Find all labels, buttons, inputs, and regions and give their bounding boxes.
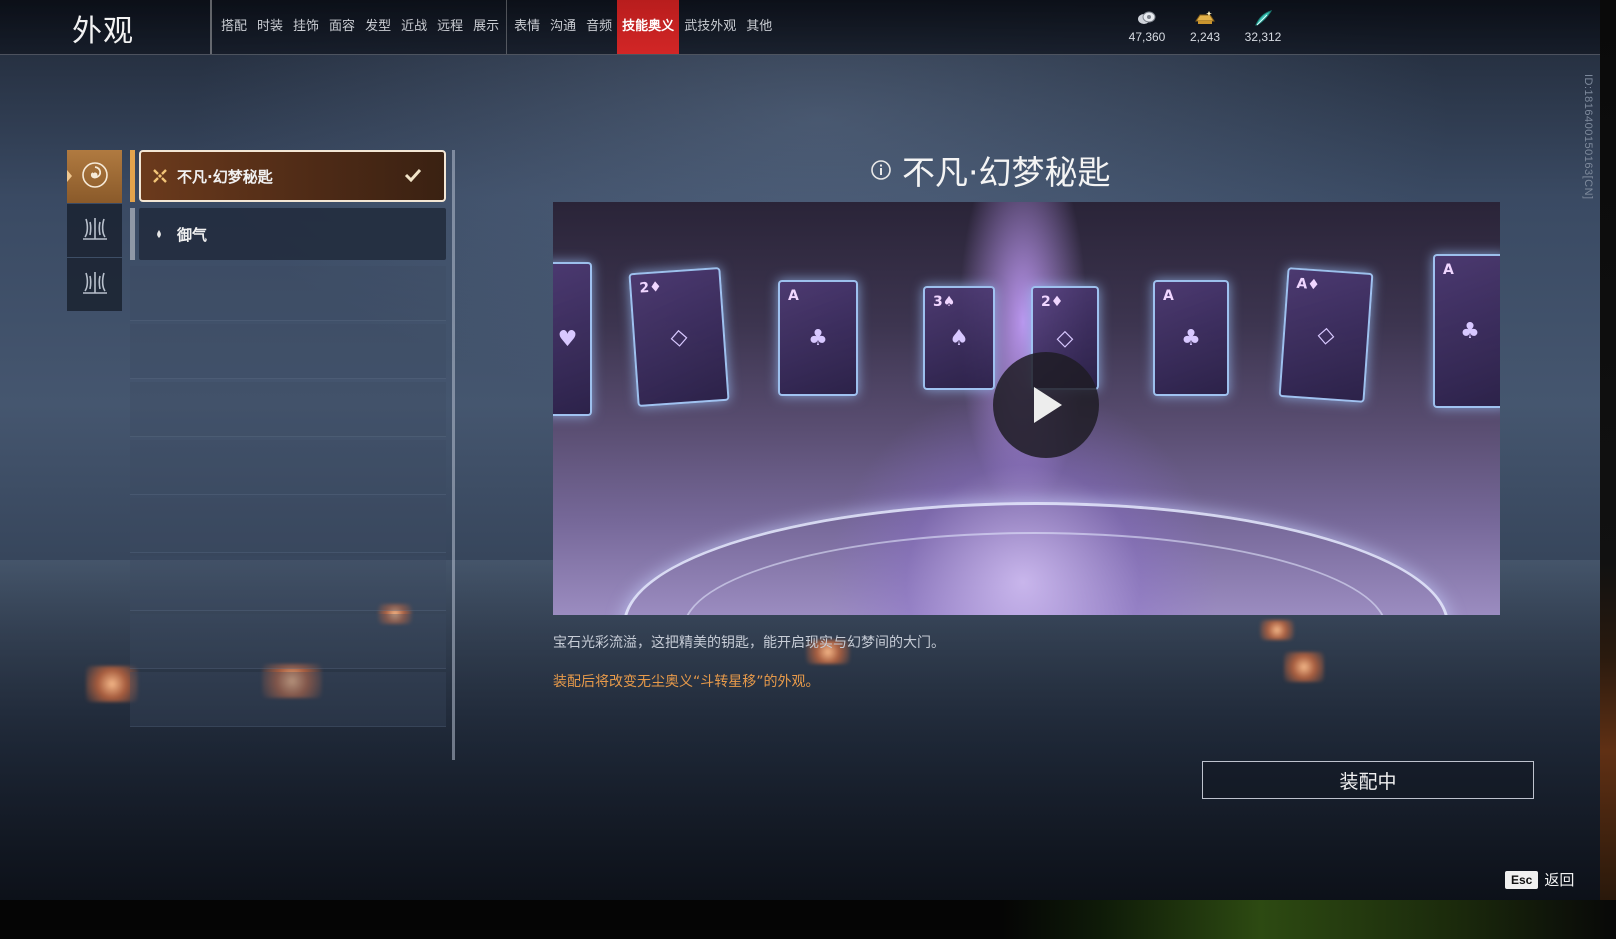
card-decoration: 2♦ ◇ <box>628 266 730 408</box>
user-id-label: ID:1816400150163[CN] <box>1582 74 1594 200</box>
list-item-label: 御气 <box>177 225 208 244</box>
detail-title: 不凡·幻梦秘匙 <box>902 153 1111 192</box>
play-button[interactable] <box>993 352 1099 458</box>
empty-slot <box>130 266 446 321</box>
active-indicator <box>67 170 72 182</box>
preview-video[interactable]: ♥ 2♦ ◇ A ♣ 3♠ ♠ 2♦ ◇ A ♣ A♦ ◇ A ♣ <box>553 202 1500 615</box>
selection-bar <box>130 208 135 260</box>
skin-description: 宝石光彩流溢，这把精美的钥匙，能开启现实与幻梦间的大门。 <box>553 635 945 651</box>
tab-emote[interactable]: 表情 <box>506 0 545 54</box>
empty-slot <box>130 382 446 437</box>
tab-audio[interactable]: 音频 <box>581 0 617 54</box>
tab-skill-ultimate[interactable]: 技能奥义 <box>617 0 680 54</box>
tab-display[interactable]: 展示 <box>468 0 504 54</box>
empty-slot <box>130 672 446 727</box>
empty-slot <box>130 556 446 611</box>
tab-martial-appearance[interactable]: 武技外观 <box>679 0 741 54</box>
category-tab-3[interactable] <box>67 258 122 311</box>
currency-coins-value: 47,360 <box>1128 30 1166 44</box>
info-icon[interactable] <box>870 159 892 181</box>
equip-button[interactable]: 装配中 <box>1202 761 1534 799</box>
lantern-decoration <box>1284 652 1324 682</box>
list-item-body: 御气 <box>139 208 446 260</box>
trident-crown-icon <box>80 269 110 301</box>
skin-list: 不凡·幻梦秘匙 御气 <box>130 150 446 760</box>
list-item-body: 不凡·幻梦秘匙 <box>139 150 446 202</box>
card-decoration: 3♠ ♠ <box>923 286 995 390</box>
desktop-edge <box>1600 0 1616 939</box>
swirl-emblem-icon <box>80 160 110 194</box>
tab-accessory[interactable]: 挂饰 <box>288 0 324 54</box>
tab-melee[interactable]: 近战 <box>396 0 432 54</box>
category-column <box>67 150 122 312</box>
skin-effect-note: 装配后将改变无尘奥义“斗转星移”的外观。 <box>553 674 820 690</box>
category-tab-1[interactable] <box>67 150 122 203</box>
currency-jade-value: 32,312 <box>1244 30 1282 44</box>
card-decoration: ♥ <box>553 262 592 416</box>
tab-face[interactable]: 面容 <box>324 0 360 54</box>
play-icon <box>1026 383 1066 427</box>
currency-bar: 47,360 2,243 32,312 <box>1125 8 1285 44</box>
tab-other[interactable]: 其他 <box>741 0 777 54</box>
back-label: 返回 <box>1544 871 1575 889</box>
list-item-label: 不凡·幻梦秘匙 <box>177 167 273 186</box>
rarity-star-icon <box>151 167 169 185</box>
list-scrollbar[interactable] <box>452 150 455 760</box>
tab-outfit-set[interactable]: 搭配 <box>216 0 252 54</box>
jade-feather-icon <box>1241 8 1285 28</box>
card-decoration: A ♣ <box>1153 280 1229 396</box>
card-decoration: A ♣ <box>778 280 858 396</box>
esc-key-hint: Esc <box>1505 870 1539 889</box>
currency-jade: 32,312 <box>1241 8 1285 44</box>
currency-gold-value: 2,243 <box>1189 30 1221 44</box>
trident-crown-icon <box>80 215 110 247</box>
list-item-selected[interactable]: 不凡·幻梦秘匙 <box>130 150 446 202</box>
selection-bar <box>130 150 135 202</box>
category-tab-2[interactable] <box>67 204 122 257</box>
empty-slot <box>130 614 446 669</box>
tab-hairstyle[interactable]: 发型 <box>360 0 396 54</box>
gold-ingot-icon <box>1183 8 1227 28</box>
tab-ranged[interactable]: 远程 <box>432 0 468 54</box>
tab-bar: 搭配 时装 挂饰 面容 发型 近战 远程 展示 表情 沟通 音频 技能奥义 武技… <box>210 0 777 54</box>
currency-coins: 47,360 <box>1125 8 1169 44</box>
list-item[interactable]: 御气 <box>130 208 446 260</box>
desktop-edge <box>0 900 1616 939</box>
top-bar: 外观 搭配 时装 挂饰 面容 发型 近战 远程 展示 表情 沟通 音频 技能奥义… <box>0 0 1600 55</box>
checkmark-icon <box>404 167 422 186</box>
lantern-decoration <box>1260 620 1294 640</box>
tab-communication[interactable]: 沟通 <box>545 0 581 54</box>
currency-gold: 2,243 <box>1183 8 1227 44</box>
tab-fashion[interactable]: 时装 <box>252 0 288 54</box>
detail-header: 不凡·幻梦秘匙 <box>870 146 1111 194</box>
empty-slot <box>130 498 446 553</box>
dot-icon <box>155 229 163 239</box>
empty-slot <box>130 440 446 495</box>
page-title: 外观 <box>72 14 134 49</box>
back-button[interactable]: Esc 返回 <box>1505 869 1574 890</box>
empty-slot <box>130 324 446 379</box>
card-decoration: A♦ ◇ <box>1278 267 1374 403</box>
coin-stack-icon <box>1125 8 1169 28</box>
card-decoration: A ♣ <box>1433 254 1500 408</box>
game-screen: 外观 搭配 时装 挂饰 面容 发型 近战 远程 展示 表情 沟通 音频 技能奥义… <box>0 0 1600 900</box>
